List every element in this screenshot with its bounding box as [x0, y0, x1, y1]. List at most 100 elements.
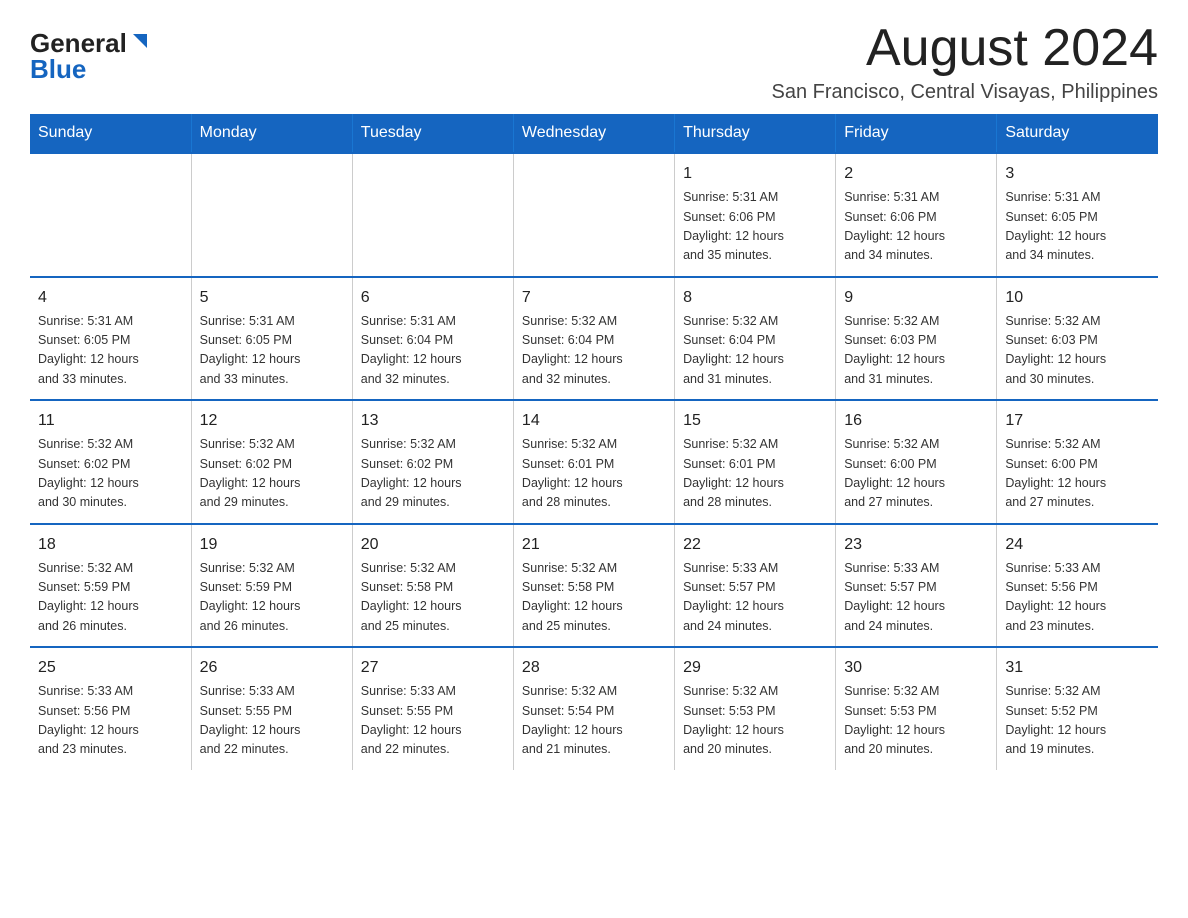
calendar-week-5: 25Sunrise: 5:33 AMSunset: 5:56 PMDayligh… — [30, 647, 1158, 770]
day-number: 9 — [844, 286, 988, 310]
day-info: Sunrise: 5:32 AMSunset: 5:53 PMDaylight:… — [683, 682, 827, 760]
calendar-cell: 19Sunrise: 5:32 AMSunset: 5:59 PMDayligh… — [191, 524, 352, 648]
day-number: 7 — [522, 286, 666, 310]
calendar-cell: 25Sunrise: 5:33 AMSunset: 5:56 PMDayligh… — [30, 647, 191, 770]
day-number: 30 — [844, 656, 988, 680]
calendar-cell: 15Sunrise: 5:32 AMSunset: 6:01 PMDayligh… — [675, 400, 836, 524]
day-number: 22 — [683, 533, 827, 557]
calendar-cell: 30Sunrise: 5:32 AMSunset: 5:53 PMDayligh… — [836, 647, 997, 770]
day-info: Sunrise: 5:32 AMSunset: 6:01 PMDaylight:… — [522, 435, 666, 513]
day-info: Sunrise: 5:33 AMSunset: 5:55 PMDaylight:… — [361, 682, 505, 760]
calendar-week-4: 18Sunrise: 5:32 AMSunset: 5:59 PMDayligh… — [30, 524, 1158, 648]
weekday-header-saturday: Saturday — [997, 114, 1158, 153]
day-number: 28 — [522, 656, 666, 680]
calendar-cell: 3Sunrise: 5:31 AMSunset: 6:05 PMDaylight… — [997, 153, 1158, 277]
calendar-week-2: 4Sunrise: 5:31 AMSunset: 6:05 PMDaylight… — [30, 277, 1158, 401]
title-block: August 2024 San Francisco, Central Visay… — [772, 20, 1158, 104]
day-info: Sunrise: 5:32 AMSunset: 6:04 PMDaylight:… — [522, 312, 666, 390]
calendar-cell: 26Sunrise: 5:33 AMSunset: 5:55 PMDayligh… — [191, 647, 352, 770]
weekday-header-thursday: Thursday — [675, 114, 836, 153]
day-number: 4 — [38, 286, 183, 310]
calendar-cell: 12Sunrise: 5:32 AMSunset: 6:02 PMDayligh… — [191, 400, 352, 524]
calendar-cell: 6Sunrise: 5:31 AMSunset: 6:04 PMDaylight… — [352, 277, 513, 401]
calendar-week-3: 11Sunrise: 5:32 AMSunset: 6:02 PMDayligh… — [30, 400, 1158, 524]
day-info: Sunrise: 5:32 AMSunset: 5:58 PMDaylight:… — [522, 559, 666, 637]
day-number: 1 — [683, 162, 827, 186]
calendar-cell: 4Sunrise: 5:31 AMSunset: 6:05 PMDaylight… — [30, 277, 191, 401]
day-number: 2 — [844, 162, 988, 186]
day-info: Sunrise: 5:32 AMSunset: 6:00 PMDaylight:… — [1005, 435, 1150, 513]
day-number: 17 — [1005, 409, 1150, 433]
day-number: 18 — [38, 533, 183, 557]
day-info: Sunrise: 5:32 AMSunset: 5:54 PMDaylight:… — [522, 682, 666, 760]
weekday-header-wednesday: Wednesday — [513, 114, 674, 153]
calendar-cell — [30, 153, 191, 277]
logo-blue-text: Blue — [30, 56, 86, 82]
day-number: 23 — [844, 533, 988, 557]
day-info: Sunrise: 5:31 AMSunset: 6:05 PMDaylight:… — [200, 312, 344, 390]
day-number: 13 — [361, 409, 505, 433]
logo-triangle-icon — [129, 30, 151, 52]
day-info: Sunrise: 5:32 AMSunset: 6:03 PMDaylight:… — [1005, 312, 1150, 390]
day-number: 12 — [200, 409, 344, 433]
day-info: Sunrise: 5:33 AMSunset: 5:55 PMDaylight:… — [200, 682, 344, 760]
day-info: Sunrise: 5:33 AMSunset: 5:57 PMDaylight:… — [844, 559, 988, 637]
day-info: Sunrise: 5:31 AMSunset: 6:05 PMDaylight:… — [1005, 188, 1150, 266]
day-number: 10 — [1005, 286, 1150, 310]
day-info: Sunrise: 5:32 AMSunset: 6:04 PMDaylight:… — [683, 312, 827, 390]
day-number: 27 — [361, 656, 505, 680]
day-info: Sunrise: 5:32 AMSunset: 6:02 PMDaylight:… — [38, 435, 183, 513]
logo-general-text: General — [30, 30, 127, 56]
calendar-cell: 9Sunrise: 5:32 AMSunset: 6:03 PMDaylight… — [836, 277, 997, 401]
calendar-table: SundayMondayTuesdayWednesdayThursdayFrid… — [30, 114, 1158, 770]
weekday-header-tuesday: Tuesday — [352, 114, 513, 153]
calendar-cell: 8Sunrise: 5:32 AMSunset: 6:04 PMDaylight… — [675, 277, 836, 401]
day-info: Sunrise: 5:31 AMSunset: 6:06 PMDaylight:… — [844, 188, 988, 266]
day-info: Sunrise: 5:32 AMSunset: 6:00 PMDaylight:… — [844, 435, 988, 513]
page-header: General Blue August 2024 San Francisco, … — [30, 20, 1158, 104]
calendar-cell: 13Sunrise: 5:32 AMSunset: 6:02 PMDayligh… — [352, 400, 513, 524]
weekday-header-sunday: Sunday — [30, 114, 191, 153]
day-number: 20 — [361, 533, 505, 557]
day-info: Sunrise: 5:31 AMSunset: 6:04 PMDaylight:… — [361, 312, 505, 390]
day-info: Sunrise: 5:33 AMSunset: 5:56 PMDaylight:… — [38, 682, 183, 760]
calendar-cell: 11Sunrise: 5:32 AMSunset: 6:02 PMDayligh… — [30, 400, 191, 524]
day-number: 26 — [200, 656, 344, 680]
day-info: Sunrise: 5:32 AMSunset: 5:58 PMDaylight:… — [361, 559, 505, 637]
day-info: Sunrise: 5:32 AMSunset: 5:59 PMDaylight:… — [200, 559, 344, 637]
day-number: 29 — [683, 656, 827, 680]
calendar-cell: 22Sunrise: 5:33 AMSunset: 5:57 PMDayligh… — [675, 524, 836, 648]
calendar-cell: 5Sunrise: 5:31 AMSunset: 6:05 PMDaylight… — [191, 277, 352, 401]
calendar-cell: 7Sunrise: 5:32 AMSunset: 6:04 PMDaylight… — [513, 277, 674, 401]
weekday-header-row: SundayMondayTuesdayWednesdayThursdayFrid… — [30, 114, 1158, 153]
location-title: San Francisco, Central Visayas, Philippi… — [772, 81, 1158, 104]
day-info: Sunrise: 5:32 AMSunset: 6:02 PMDaylight:… — [200, 435, 344, 513]
day-info: Sunrise: 5:32 AMSunset: 5:59 PMDaylight:… — [38, 559, 183, 637]
day-info: Sunrise: 5:31 AMSunset: 6:05 PMDaylight:… — [38, 312, 183, 390]
day-info: Sunrise: 5:32 AMSunset: 6:02 PMDaylight:… — [361, 435, 505, 513]
calendar-cell: 17Sunrise: 5:32 AMSunset: 6:00 PMDayligh… — [997, 400, 1158, 524]
day-number: 31 — [1005, 656, 1150, 680]
day-info: Sunrise: 5:33 AMSunset: 5:57 PMDaylight:… — [683, 559, 827, 637]
calendar-cell: 24Sunrise: 5:33 AMSunset: 5:56 PMDayligh… — [997, 524, 1158, 648]
day-number: 6 — [361, 286, 505, 310]
weekday-header-friday: Friday — [836, 114, 997, 153]
calendar-cell: 28Sunrise: 5:32 AMSunset: 5:54 PMDayligh… — [513, 647, 674, 770]
calendar-cell: 16Sunrise: 5:32 AMSunset: 6:00 PMDayligh… — [836, 400, 997, 524]
day-info: Sunrise: 5:32 AMSunset: 5:52 PMDaylight:… — [1005, 682, 1150, 760]
day-number: 8 — [683, 286, 827, 310]
day-info: Sunrise: 5:32 AMSunset: 5:53 PMDaylight:… — [844, 682, 988, 760]
day-info: Sunrise: 5:31 AMSunset: 6:06 PMDaylight:… — [683, 188, 827, 266]
day-number: 3 — [1005, 162, 1150, 186]
day-info: Sunrise: 5:32 AMSunset: 6:03 PMDaylight:… — [844, 312, 988, 390]
calendar-cell: 10Sunrise: 5:32 AMSunset: 6:03 PMDayligh… — [997, 277, 1158, 401]
calendar-cell: 21Sunrise: 5:32 AMSunset: 5:58 PMDayligh… — [513, 524, 674, 648]
day-info: Sunrise: 5:32 AMSunset: 6:01 PMDaylight:… — [683, 435, 827, 513]
day-number: 24 — [1005, 533, 1150, 557]
calendar-cell: 23Sunrise: 5:33 AMSunset: 5:57 PMDayligh… — [836, 524, 997, 648]
calendar-cell: 18Sunrise: 5:32 AMSunset: 5:59 PMDayligh… — [30, 524, 191, 648]
day-number: 19 — [200, 533, 344, 557]
weekday-header-monday: Monday — [191, 114, 352, 153]
calendar-cell: 29Sunrise: 5:32 AMSunset: 5:53 PMDayligh… — [675, 647, 836, 770]
day-number: 21 — [522, 533, 666, 557]
